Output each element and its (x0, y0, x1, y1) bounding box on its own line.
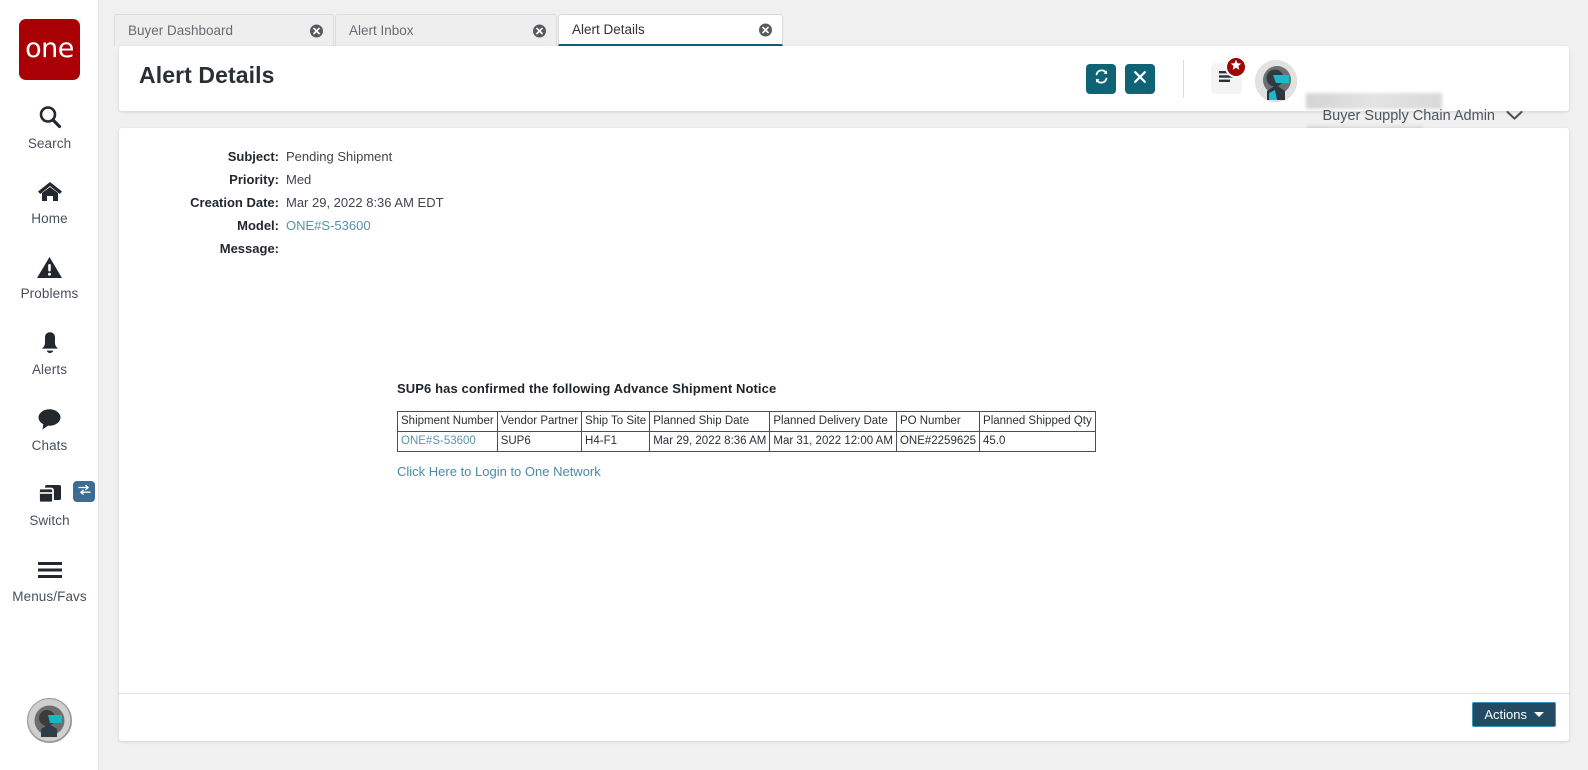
chat-bubble-icon (36, 402, 63, 436)
column-header: Shipment Number (397, 411, 498, 432)
actions-label: Actions (1484, 707, 1527, 722)
advance-shipment-notice-table: Shipment Number Vendor Partner Ship To S… (397, 411, 1096, 452)
switch-windows-icon (36, 477, 64, 511)
alert-details-panel: Subject: Pending Shipment Priority: Med … (119, 128, 1569, 741)
field-label: Message: (219, 241, 279, 256)
table-cell: Mar 31, 2022 12:00 AM (769, 431, 897, 452)
column-header: Planned Delivery Date (769, 411, 897, 432)
sidebar-avatar[interactable] (27, 698, 72, 743)
left-sidebar: one Search Home Problems Alerts Chats Sw… (0, 0, 99, 770)
header-divider (1183, 60, 1184, 98)
hamburger-icon (36, 553, 64, 587)
message-headline: SUP6 has confirmed the following Advance… (397, 381, 777, 396)
close-button[interactable] (1125, 64, 1155, 94)
menu-favorites-badge (1225, 56, 1247, 78)
field-label: Priority: (229, 172, 279, 187)
tab-label: Buyer Dashboard (128, 23, 234, 38)
table-header-row: Shipment Number Vendor Partner Ship To S… (397, 411, 1096, 432)
refresh-button[interactable] (1086, 64, 1116, 94)
sidebar-item-alerts[interactable]: Alerts (0, 326, 99, 377)
tab-alert-inbox[interactable]: Alert Inbox (335, 14, 557, 46)
column-header: Ship To Site (581, 411, 651, 432)
one-network-logo[interactable]: one (19, 19, 80, 80)
sidebar-item-problems[interactable]: Problems (0, 250, 99, 301)
field-value: Med (286, 172, 312, 187)
login-link[interactable]: Click Here to Login to One Network (397, 464, 601, 479)
tab-label: Alert Inbox (349, 23, 414, 38)
table-cell: Mar 29, 2022 8:36 AM (649, 431, 771, 452)
column-header: Planned Ship Date (649, 411, 771, 432)
page-title: Alert Details (139, 62, 275, 88)
sidebar-item-label: Switch (29, 513, 70, 528)
sidebar-item-label: Menus/Favs (12, 589, 87, 604)
sidebar-item-search[interactable]: Search (0, 100, 99, 151)
user-menu-dropdown-button[interactable] (1501, 104, 1527, 130)
user-role-label: Buyer Supply Chain Admin (1322, 108, 1496, 124)
sidebar-item-label: Home (31, 211, 68, 226)
sidebar-item-label: Search (27, 136, 72, 151)
user-avatar-icon (1255, 60, 1297, 102)
field-label: Creation Date: (190, 195, 279, 210)
bell-icon (38, 326, 62, 360)
exchange-arrows-icon (77, 483, 91, 501)
model-link[interactable]: ONE#S-53600 (286, 218, 371, 233)
alert-details-body: Subject: Pending Shipment Priority: Med … (119, 128, 1569, 693)
table-row: ONE#S-53600 SUP6 H4-F1 Mar 29, 2022 8:36… (397, 431, 1096, 452)
field-label: Model: (237, 218, 279, 233)
tab-strip: Buyer Dashboard Alert Inbox Alert Detail… (99, 0, 1588, 46)
sidebar-item-menus-favs[interactable]: Menus/Favs (0, 553, 99, 604)
sidebar-item-label: Chats (31, 438, 68, 453)
close-x-icon (1133, 70, 1147, 89)
table-cell: 45.0 (979, 431, 1096, 452)
column-header: Vendor Partner (496, 411, 583, 432)
tab-alert-details[interactable]: Alert Details (558, 14, 783, 46)
field-value: Mar 29, 2022 8:36 AM EDT (286, 195, 444, 210)
page-header: Alert Details Buyer Supply Chain Admin (119, 46, 1569, 142)
close-icon[interactable] (310, 24, 323, 37)
chevron-down-icon (1505, 108, 1523, 126)
close-icon[interactable] (759, 23, 772, 36)
column-header: Planned Shipped Qty (979, 411, 1096, 432)
avatar[interactable] (1255, 60, 1297, 102)
sidebar-item-label: Alerts (31, 362, 68, 377)
warning-triangle-icon (36, 250, 63, 284)
message-content: SUP6 has confirmed the following Advance… (397, 381, 776, 396)
application-window: one Search Home Problems Alerts Chats Sw… (0, 0, 1588, 770)
sidebar-item-chats[interactable]: Chats (0, 402, 99, 453)
actions-button[interactable]: Actions (1472, 702, 1556, 727)
star-icon (1230, 58, 1242, 76)
home-icon (36, 175, 64, 209)
sidebar-item-label: Problems (20, 286, 79, 301)
column-header: PO Number (895, 411, 981, 432)
logo-text: one (25, 33, 74, 64)
chevron-down-icon (1534, 712, 1544, 717)
field-label: Subject: (227, 149, 279, 164)
switch-badge-button[interactable] (73, 481, 95, 502)
table-cell: ONE#2259625 (895, 431, 981, 452)
tab-label: Alert Details (572, 22, 645, 37)
table-cell: H4-F1 (581, 431, 651, 452)
table-cell: SUP6 (496, 431, 583, 452)
redacted-username (1306, 93, 1442, 109)
search-icon (37, 100, 63, 134)
user-avatar-icon (28, 699, 71, 742)
field-value: Pending Shipment (286, 149, 393, 164)
tab-buyer-dashboard[interactable]: Buyer Dashboard (114, 14, 334, 46)
panel-footer: Actions (119, 693, 1569, 741)
shipment-number-link[interactable]: ONE#S-53600 (397, 431, 498, 452)
sidebar-item-home[interactable]: Home (0, 175, 99, 226)
refresh-icon (1093, 68, 1110, 90)
close-icon[interactable] (533, 24, 546, 37)
